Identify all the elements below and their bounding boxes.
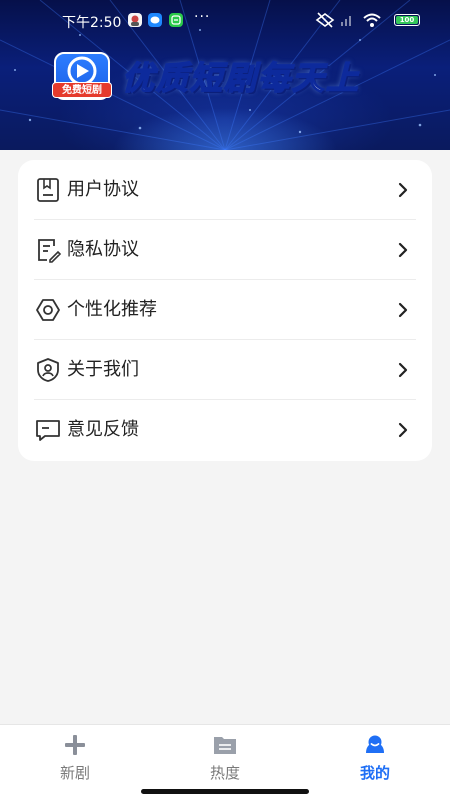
menu-item-label: 用户协议 bbox=[67, 179, 139, 200]
menu-item-privacy-agreement[interactable]: 隐私协议 bbox=[18, 220, 432, 280]
menu-item-label: 隐私协议 bbox=[67, 239, 139, 260]
battery-icon: 100 bbox=[394, 14, 420, 26]
plus-icon bbox=[65, 735, 85, 755]
tab-label: 我的 bbox=[359, 764, 390, 782]
notification-avatar-icon bbox=[128, 13, 142, 27]
home-indicator[interactable] bbox=[141, 789, 309, 794]
chevron-right-icon bbox=[398, 422, 408, 438]
signal-icon bbox=[341, 16, 351, 26]
shield-user-icon bbox=[37, 358, 59, 382]
user-icon bbox=[366, 735, 384, 753]
status-right-group: 100 bbox=[315, 11, 420, 29]
chevron-right-icon bbox=[398, 182, 408, 198]
app-notification-icon bbox=[169, 13, 183, 27]
no-network-icon bbox=[315, 12, 335, 28]
menu-item-personalized-recommendation[interactable]: 个性化推荐 bbox=[18, 280, 432, 340]
chevron-right-icon bbox=[398, 242, 408, 258]
status-bar: 下午2:50 ··· 100 bbox=[0, 0, 450, 40]
message-app-icon bbox=[148, 13, 162, 27]
header-banner: 下午2:50 ··· 100 免费短剧 优质短剧每天上 bbox=[0, 0, 450, 150]
menu-item-label: 个性化推荐 bbox=[67, 299, 157, 320]
wifi-icon bbox=[363, 13, 381, 27]
tab-trending[interactable]: 热度 bbox=[150, 725, 300, 785]
logo-badge: 免费短剧 bbox=[52, 82, 112, 98]
menu-item-feedback[interactable]: 意见反馈 bbox=[18, 400, 432, 460]
menu-item-user-agreement[interactable]: 用户协议 bbox=[18, 160, 432, 220]
menu-item-label: 关于我们 bbox=[67, 359, 139, 380]
tab-new-dramas[interactable]: 新剧 bbox=[0, 725, 150, 785]
edit-document-icon bbox=[38, 239, 62, 263]
gear-icon bbox=[36, 299, 60, 321]
tab-label: 热度 bbox=[209, 764, 240, 782]
banner-slogan: 优质短剧每天上 bbox=[121, 58, 361, 98]
status-time: 下午2:50 bbox=[62, 15, 122, 31]
menu-item-about-us[interactable]: 关于我们 bbox=[18, 340, 432, 400]
menu-item-label: 意见反馈 bbox=[67, 419, 139, 440]
tab-mine[interactable]: 我的 bbox=[300, 725, 450, 785]
settings-menu-card: 用户协议 隐私协议 个性化推荐 关于我们 意见反馈 bbox=[18, 160, 432, 461]
battery-level: 100 bbox=[396, 16, 418, 24]
chat-bubble-icon bbox=[36, 420, 60, 441]
document-icon bbox=[37, 178, 59, 202]
chevron-right-icon bbox=[398, 362, 408, 378]
folder-icon bbox=[214, 737, 236, 754]
chevron-right-icon bbox=[398, 302, 408, 318]
more-notifications: ··· bbox=[194, 9, 211, 25]
tab-label: 新剧 bbox=[59, 764, 90, 782]
